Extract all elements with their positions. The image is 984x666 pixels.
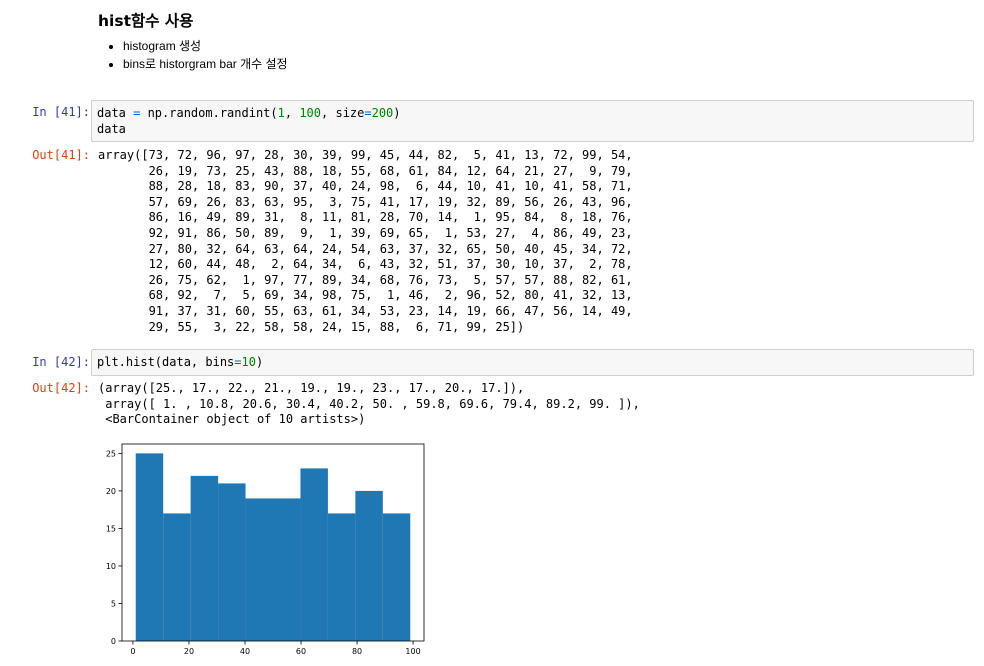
- markdown-heading: hist함수 사용: [98, 12, 194, 30]
- histogram-bar: [355, 490, 383, 641]
- x-tick-label: 20: [184, 647, 194, 656]
- output-prompt: Out[41]:: [32, 148, 90, 162]
- histogram-chart: 0 20 40 60 80 100 0 5 10 15 20 25: [106, 443, 425, 656]
- code-text: ): [255, 355, 264, 369]
- y-tick-label: 15: [106, 524, 116, 533]
- y-tick-label: 10: [106, 562, 116, 571]
- code-text: ,: [284, 106, 300, 120]
- output-prompt: Out[42]:: [32, 381, 90, 395]
- histogram-bar: [382, 513, 411, 641]
- code-text: np.random.randint(: [140, 106, 278, 120]
- y-tick-label: 20: [106, 487, 116, 496]
- bullet-item: bins로 historgram bar 개수 설정: [123, 55, 288, 73]
- code-number: 200: [371, 106, 394, 120]
- code-editor[interactable]: data = np.random.randint(1, 100, size=20…: [97, 106, 401, 137]
- x-tick-label: 60: [296, 647, 306, 656]
- histogram-bar: [273, 498, 301, 641]
- code-text: , size: [321, 106, 365, 120]
- code-line: data: [97, 122, 401, 138]
- y-tick-label: 25: [106, 449, 116, 458]
- y-tick-label: 5: [111, 599, 116, 608]
- cell-output-text: array([73, 72, 96, 97, 28, 30, 39, 99, 4…: [98, 148, 633, 334]
- input-prompt: In [42]:: [32, 355, 90, 369]
- x-tick-label: 100: [405, 647, 420, 656]
- code-editor[interactable]: plt.hist(data, bins=10): [97, 355, 263, 371]
- code-text: data: [97, 121, 126, 136]
- code-cell-input[interactable]: data = np.random.randint(1, 100, size=20…: [91, 100, 974, 142]
- code-cell-input[interactable]: plt.hist(data, bins=10): [91, 349, 974, 376]
- histogram-bar: [163, 513, 191, 641]
- code-number: 10: [241, 355, 256, 369]
- code-text: plt.hist(data, bins: [97, 355, 235, 369]
- cell-output-text: (array([25., 17., 22., 21., 19., 19., 23…: [98, 381, 640, 427]
- markdown-bullet-list: histogram 생성 bins로 historgram bar 개수 설정: [97, 37, 288, 73]
- histogram-bar: [190, 475, 219, 641]
- histogram-bar: [300, 468, 328, 641]
- code-operator: =: [364, 106, 372, 120]
- y-tick-label: 0: [111, 637, 116, 646]
- bullet-item: histogram 생성: [123, 37, 288, 55]
- code-number: 100: [299, 106, 322, 120]
- x-tick-label: 40: [240, 647, 250, 656]
- code-text: data: [97, 106, 134, 120]
- histogram-bar: [135, 453, 164, 641]
- x-tick-label: 0: [130, 647, 135, 656]
- histogram-bar: [245, 498, 273, 641]
- histogram-bar: [218, 483, 246, 641]
- x-tick-label: 80: [352, 647, 362, 656]
- code-number: 1: [277, 106, 285, 120]
- input-prompt: In [41]:: [32, 105, 90, 119]
- histogram-bar: [327, 513, 356, 641]
- code-line: data = np.random.randint(1, 100, size=20…: [97, 106, 401, 122]
- code-text: ): [393, 106, 401, 120]
- code-line: plt.hist(data, bins=10): [97, 355, 263, 371]
- code-operator: =: [234, 355, 242, 369]
